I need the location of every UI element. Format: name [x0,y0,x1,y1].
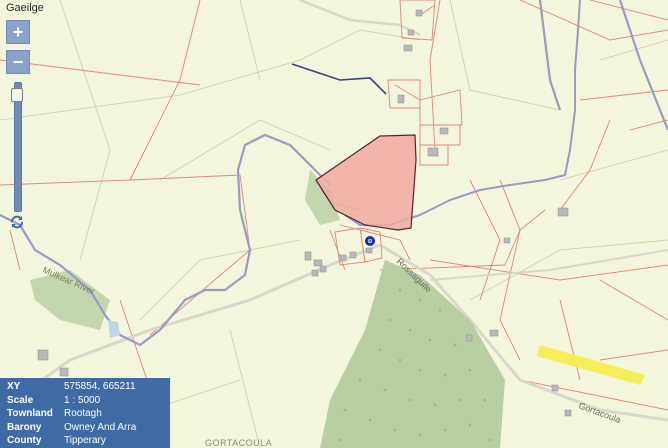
zoom-out-button[interactable]: − [6,50,30,74]
language-link[interactable]: Gaeilge [6,2,44,14]
info-label: Scale [7,394,34,406]
info-label: Townland [7,408,53,419]
zoom-slider-thumb[interactable] [11,87,23,102]
info-value: 1 : 5000 [64,394,101,406]
info-value: Owney And Arra [64,421,137,433]
info-row-xy: XY 575854, 665211 [0,380,170,394]
info-row-townland: Townland Rootagh [0,407,170,421]
info-value: Rootagh [64,408,102,419]
info-label: County [7,435,42,446]
info-label: Barony [7,421,42,433]
zoom-in-button[interactable]: + [6,20,30,44]
townland-label-bottom: GORTACOULA [205,438,272,448]
info-row-barony: Barony Owney And Arra [0,421,170,435]
location-info-panel: XY 575854, 665211 Scale 1 : 5000 Townlan… [0,378,170,448]
info-value: 575854, 665211 [64,381,136,392]
info-row-scale: Scale 1 : 5000 [0,394,170,408]
info-label: XY [7,381,21,392]
info-value: Tipperary [64,435,106,446]
info-row-county: County Tipperary [0,434,170,448]
zoom-slider[interactable] [11,82,23,212]
location-marker-icon[interactable] [365,236,375,246]
refresh-icon[interactable] [9,214,25,230]
